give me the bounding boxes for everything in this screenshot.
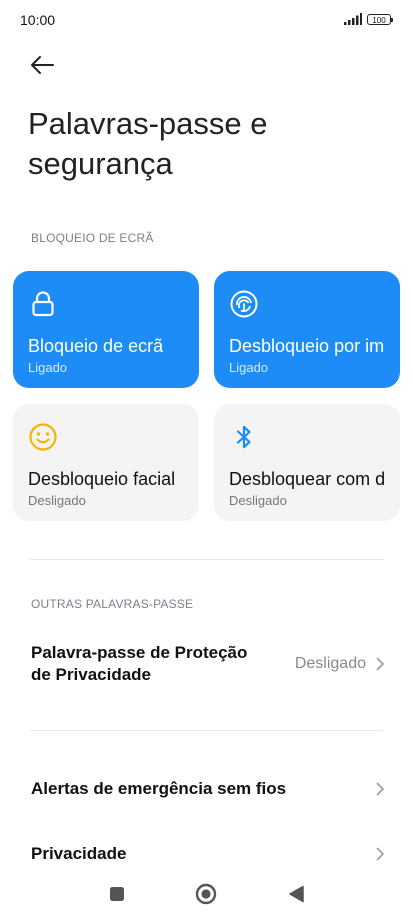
privacy-title: Privacidade	[31, 844, 127, 863]
tile-face-unlock-title: Desbloqueio facial	[28, 469, 176, 489]
wireless-emergency-alerts-title: Alertas de emergência sem fios	[31, 779, 287, 798]
tile-face-unlock[interactable]: Desbloqueio facial Desligado	[13, 404, 199, 521]
tile-fingerprint-status: Ligado	[229, 360, 269, 375]
tile-bluetooth-status: Desligado	[229, 493, 287, 508]
wireless-emergency-alerts-row[interactable]: Alertas de emergência sem fios	[31, 777, 385, 801]
page-title: Palavras-passe e segurança	[28, 106, 268, 181]
tile-bluetooth-unlock[interactable]: Desbloquear com dispositivo Bluetooth De…	[214, 404, 400, 521]
status-bar: 10:00 100	[0, 0, 413, 40]
tile-fingerprint-unlock[interactable]: Desbloqueio por impressão digital Ligado	[214, 271, 400, 388]
tile-screen-lock-title: Bloqueio de ecrã	[28, 336, 164, 356]
privacy-protection-password-title: Palavra-passe de Proteção de Privacidade	[31, 642, 247, 686]
back-arrow-icon	[31, 56, 54, 74]
privacy-password-title-line2: de Privacidade	[31, 665, 152, 684]
padlock-icon	[32, 291, 54, 317]
home-circle-icon	[195, 883, 217, 905]
privacy-password-title-line1: Palavra-passe de Proteção	[31, 643, 248, 662]
divider	[30, 559, 383, 560]
system-back-button[interactable]	[285, 883, 307, 905]
home-button[interactable]	[195, 883, 217, 905]
privacy-row[interactable]: Privacidade	[31, 842, 385, 866]
status-time: 10:00	[20, 12, 56, 28]
privacy-protection-password-row[interactable]: Palavra-passe de Proteção de Privacidade…	[31, 641, 385, 687]
tile-screen-lock[interactable]: Bloqueio de ecrã Ligado	[13, 271, 199, 388]
section-label-other-passwords: OUTRAS PALAVRAS-PASSE	[31, 597, 194, 611]
chevron-right-icon	[376, 782, 384, 796]
tile-screen-lock-status: Ligado	[28, 360, 68, 375]
tile-fingerprint-title: Desbloqueio por impressão digital	[229, 336, 384, 356]
privacy-chevron-wrap	[376, 847, 385, 861]
battery-icon: 100	[367, 13, 393, 25]
section-label-screen-lock: BLOQUEIO DE ECRÃ	[31, 231, 154, 245]
tile-face-unlock-status: Desligado	[28, 493, 86, 508]
recents-button[interactable]	[106, 883, 128, 905]
wireless-emergency-alerts-chevron-wrap	[376, 782, 385, 796]
bluetooth-icon	[236, 425, 251, 449]
recents-square-icon	[110, 887, 124, 901]
smiley-face-icon	[29, 423, 57, 451]
fingerprint-icon	[230, 290, 258, 318]
chevron-right-icon	[376, 847, 384, 861]
navigation-bar	[0, 870, 413, 920]
signal-bars-icon	[344, 13, 362, 25]
privacy-password-value-group: Desligado	[295, 655, 385, 673]
tile-bluetooth-title: Desbloquear com dispositivo Bluetooth	[229, 469, 384, 489]
chevron-right-icon	[376, 657, 384, 671]
back-button[interactable]	[26, 50, 58, 80]
divider	[30, 730, 383, 731]
back-triangle-icon	[289, 885, 304, 903]
privacy-password-value: Desligado	[294, 655, 366, 672]
status-icons: 100	[344, 13, 393, 25]
